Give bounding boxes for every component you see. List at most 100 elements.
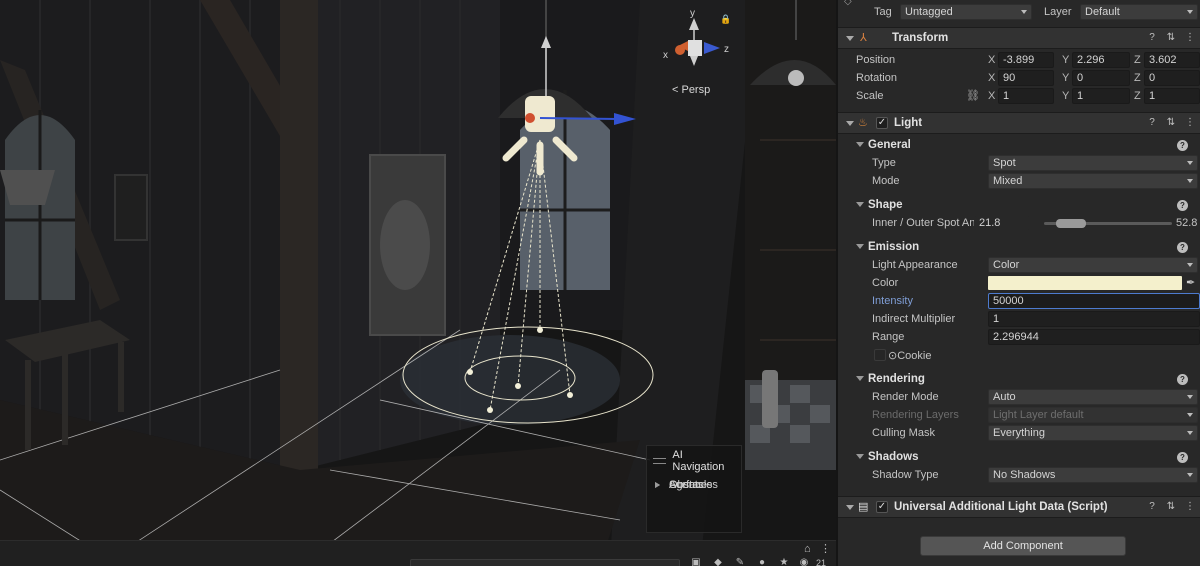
inspector-panel: ◇ Tag Untagged Layer Default ⅄ Transform… — [836, 0, 1200, 566]
layer-dropdown[interactable]: Default — [1080, 4, 1198, 20]
foldout-arrow-icon[interactable] — [856, 202, 864, 207]
preset-icon[interactable]: ⇅ — [1165, 32, 1177, 43]
position-z-field[interactable]: 3.602 — [1144, 52, 1200, 68]
additional-light-data-header[interactable]: ▤ ✓ Universal Additional Light Data (Scr… — [838, 496, 1200, 518]
rotation-x-field[interactable]: 90 — [998, 70, 1054, 86]
render-mode-dropdown[interactable]: Auto — [988, 389, 1198, 405]
light-enabled-checkbox[interactable]: ✓ — [876, 117, 888, 129]
light-color-swatch[interactable] — [988, 276, 1182, 290]
preset-icon[interactable]: ⇅ — [1165, 501, 1177, 512]
brush-icon[interactable]: ✎ — [734, 558, 746, 566]
light-mode-dropdown[interactable]: Mixed — [988, 173, 1198, 189]
rotation-y-axis: Y — [1062, 72, 1070, 84]
scene-view[interactable]: y x z 🔒 < Persp AI Navigation Surfaces A… — [0, 0, 836, 566]
help-icon[interactable]: ? — [1177, 140, 1188, 151]
light-type-dropdown[interactable]: Spot — [988, 155, 1198, 171]
chevron-down-icon — [1187, 413, 1193, 417]
transform-icon: ⅄ — [860, 32, 867, 44]
foldout-arrow-icon[interactable] — [856, 142, 864, 147]
general-section-header[interactable]: General ? — [838, 137, 1200, 155]
shape-section-header[interactable]: Shape ? — [838, 197, 1200, 215]
preset-icon[interactable]: ⇅ — [1165, 117, 1177, 128]
scale-y-field[interactable]: 1 — [1072, 88, 1130, 104]
light-appearance-dropdown[interactable]: Color — [988, 257, 1198, 273]
filter-icon[interactable]: ▣ — [690, 558, 702, 566]
ai-nav-item-obstacles[interactable]: Obstacles — [647, 476, 836, 494]
culling-mask-dropdown[interactable]: Everything — [988, 425, 1198, 441]
range-label: Range — [872, 331, 905, 343]
outer-spot-angle-field[interactable]: 52.8 — [1176, 217, 1197, 229]
emission-section-header[interactable]: Emission ? — [838, 239, 1200, 257]
panel-lock-icon[interactable]: ⌂ — [804, 543, 811, 555]
add-component-button[interactable]: Add Component — [920, 536, 1126, 556]
indirect-multiplier-label: Indirect Multiplier — [872, 313, 956, 325]
foldout-arrow-icon[interactable] — [856, 454, 864, 459]
eyedropper-icon[interactable]: ✒ — [1186, 276, 1195, 289]
visible-count: 21 — [816, 558, 827, 566]
indirect-multiplier-input[interactable]: 1 — [988, 311, 1200, 327]
chevron-down-icon — [1187, 473, 1193, 477]
position-x-field[interactable]: -3.899 — [998, 52, 1054, 68]
help-icon[interactable]: ? — [1177, 452, 1188, 463]
component-menu-icon[interactable]: ⋮ — [1184, 117, 1196, 128]
scale-y-axis: Y — [1062, 90, 1070, 102]
project-search-input[interactable] — [410, 559, 680, 566]
scale-x-field[interactable]: 1 — [998, 88, 1054, 104]
foldout-arrow-icon[interactable] — [846, 36, 854, 41]
help-icon[interactable]: ? — [1177, 374, 1188, 385]
foldout-arrow-icon[interactable] — [846, 505, 854, 510]
scale-z-axis: Z — [1134, 90, 1141, 102]
label-icon[interactable]: ◆ — [712, 558, 724, 566]
constrain-proportions-icon[interactable]: ⛓ — [966, 89, 980, 102]
rotation-x-axis: X — [988, 72, 996, 84]
chevron-down-icon — [1187, 431, 1193, 435]
scale-label: Scale — [856, 90, 884, 102]
cookie-checkbox[interactable] — [874, 349, 886, 361]
expand-arrow-icon[interactable] — [655, 482, 660, 488]
help-icon[interactable]: ? — [1177, 200, 1188, 211]
inner-spot-angle-field[interactable]: 21.8 — [974, 215, 1030, 231]
help-icon[interactable]: ? — [1177, 242, 1188, 253]
rendering-section-header[interactable]: Rendering ? — [838, 371, 1200, 389]
info-icon[interactable]: ● — [756, 558, 768, 566]
help-icon[interactable]: ? — [1146, 117, 1158, 128]
panel-menu-icon[interactable]: ⋮ — [820, 542, 831, 555]
rendering-layers-dropdown: Light Layer default — [988, 407, 1198, 423]
position-y-field[interactable]: 2.296 — [1072, 52, 1130, 68]
rotation-y-field[interactable]: 0 — [1072, 70, 1130, 86]
ai-navigation-overlay[interactable]: AI Navigation Surfaces Agents Obstacles — [646, 445, 742, 533]
component-menu-icon[interactable]: ⋮ — [1184, 501, 1196, 512]
foldout-arrow-icon[interactable] — [856, 244, 864, 249]
rotation-z-axis: Z — [1134, 72, 1141, 84]
component-menu-icon[interactable]: ⋮ — [1184, 32, 1196, 43]
gizmo-lock-icon[interactable]: 🔒 — [720, 14, 731, 24]
color-label: Color — [872, 277, 899, 289]
range-input[interactable]: 2.296944 — [988, 329, 1200, 345]
drag-handle-icon[interactable] — [653, 458, 667, 464]
additional-light-enabled-checkbox[interactable]: ✓ — [876, 501, 888, 513]
spot-angle-label: Inner / Outer Spot Ang — [872, 217, 982, 229]
shadow-type-dropdown[interactable]: No Shadows — [988, 467, 1198, 483]
projection-toggle[interactable]: < Persp — [672, 84, 710, 96]
render-mode-label: Render Mode — [872, 391, 939, 403]
star-icon[interactable]: ★ — [778, 558, 790, 566]
eye-icon[interactable]: ◉ — [798, 558, 810, 566]
transform-component-header[interactable]: ⅄ Transform ? ⇅ ⋮ — [838, 27, 1200, 49]
chevron-down-icon — [1187, 263, 1193, 267]
light-appearance-label: Light Appearance — [872, 259, 958, 271]
intensity-input[interactable]: 50000 — [988, 293, 1200, 309]
additional-light-title: Universal Additional Light Data (Script) — [894, 501, 1108, 513]
foldout-arrow-icon[interactable] — [846, 121, 854, 126]
spot-angle-slider-thumb[interactable] — [1056, 219, 1086, 228]
light-title: Light — [894, 117, 923, 129]
scale-z-field[interactable]: 1 — [1144, 88, 1200, 104]
light-component-header[interactable]: ♨ ✓ Light ? ⇅ ⋮ — [838, 112, 1200, 134]
rotation-z-field[interactable]: 0 — [1144, 70, 1200, 86]
ai-navigation-header[interactable]: AI Navigation — [647, 446, 741, 476]
tag-dropdown[interactable]: Untagged — [900, 4, 1032, 20]
help-icon[interactable]: ? — [1146, 501, 1158, 512]
help-icon[interactable]: ? — [1146, 32, 1158, 43]
shadows-section-header[interactable]: Shadows ? — [838, 449, 1200, 467]
foldout-arrow-icon[interactable] — [856, 376, 864, 381]
gizmo-x-label: x — [663, 50, 668, 61]
